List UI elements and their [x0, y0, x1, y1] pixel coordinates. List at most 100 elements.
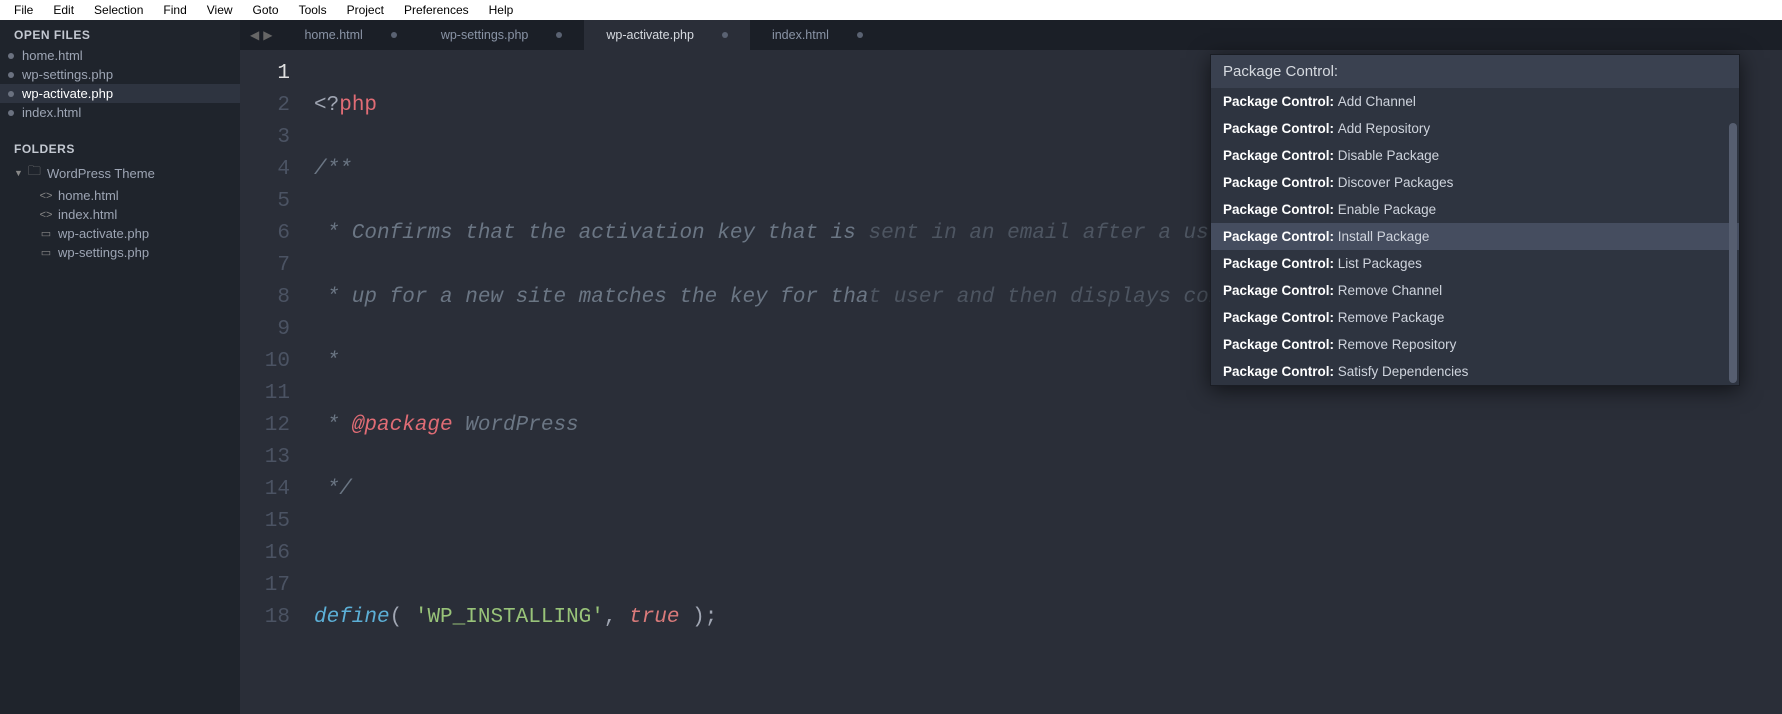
line-number: 6	[240, 218, 290, 250]
code-string: 'WP_INSTALLING'	[415, 606, 604, 629]
menu-goto[interactable]: Goto	[243, 1, 289, 19]
line-number: 2	[240, 90, 290, 122]
dirty-dot-icon	[391, 32, 397, 38]
open-file-item[interactable]: wp-settings.php	[0, 65, 240, 84]
menu-preferences[interactable]: Preferences	[394, 1, 479, 19]
tab-next-icon[interactable]: ▶	[261, 28, 274, 42]
line-number: 17	[240, 570, 290, 602]
line-number: 4	[240, 154, 290, 186]
palette-item[interactable]: Package Control: Remove Channel	[1211, 277, 1739, 304]
palette-item-label: Remove Channel	[1338, 283, 1442, 298]
tab-label: wp-activate.php	[606, 28, 694, 42]
folder-files: <>home.html<>index.html▭wp-activate.php▭…	[0, 186, 240, 262]
dirty-dot-icon	[8, 110, 14, 116]
file-label: wp-activate.php	[58, 226, 149, 241]
file-item[interactable]: ▭wp-activate.php	[18, 224, 240, 243]
palette-item[interactable]: Package Control: Add Channel	[1211, 88, 1739, 115]
palette-item[interactable]: Package Control: List Packages	[1211, 250, 1739, 277]
palette-item-label: Add Repository	[1338, 121, 1430, 136]
code-func: define	[314, 606, 390, 629]
palette-scrollbar[interactable]	[1727, 89, 1739, 385]
dirty-dot-icon	[8, 72, 14, 78]
line-number: 7	[240, 250, 290, 282]
file-item[interactable]: <>home.html	[18, 186, 240, 205]
palette-item-prefix: Package Control:	[1223, 202, 1338, 217]
tab[interactable]: home.html	[282, 20, 418, 50]
folder-icon: 🗀	[28, 162, 41, 184]
palette-item-prefix: Package Control:	[1223, 94, 1338, 109]
file-item[interactable]: ▭wp-settings.php	[18, 243, 240, 262]
tab[interactable]: wp-activate.php	[584, 20, 750, 50]
code-punc: (	[390, 606, 415, 629]
menu-find[interactable]: Find	[153, 1, 196, 19]
folder-root[interactable]: ▼ 🗀 WordPress Theme	[0, 160, 240, 186]
dirty-dot-icon	[556, 32, 562, 38]
palette-item[interactable]: Package Control: Add Repository	[1211, 115, 1739, 142]
open-file-item[interactable]: home.html	[0, 46, 240, 65]
command-palette-input[interactable]: Package Control:	[1211, 55, 1739, 88]
code-comment: * up for a new site matches the key for …	[314, 286, 869, 309]
menu-project[interactable]: Project	[337, 1, 394, 19]
file-label: index.html	[58, 207, 117, 222]
line-number: 11	[240, 378, 290, 410]
code-token: php	[339, 94, 377, 117]
menu-selection[interactable]: Selection	[84, 1, 153, 19]
code-token: <?	[314, 94, 339, 117]
menu-edit[interactable]: Edit	[43, 1, 84, 19]
tab-label: index.html	[772, 28, 829, 42]
palette-item-label: Remove Repository	[1338, 337, 1457, 352]
palette-item[interactable]: Package Control: Satisfy Dependencies	[1211, 358, 1739, 385]
palette-item[interactable]: Package Control: Install Package	[1211, 223, 1739, 250]
menu-file[interactable]: File	[4, 1, 43, 19]
palette-item[interactable]: Package Control: Discover Packages	[1211, 169, 1739, 196]
line-number: 15	[240, 506, 290, 538]
main-area: ◀ ▶ home.html wp-settings.php wp-activate.…	[240, 20, 1782, 714]
file-icon: <>	[40, 209, 52, 221]
palette-item[interactable]: Package Control: Enable Package	[1211, 196, 1739, 223]
line-number: 10	[240, 346, 290, 378]
menu-help[interactable]: Help	[479, 1, 524, 19]
open-file-item[interactable]: wp-activate.php	[0, 84, 240, 103]
code-punc: );	[680, 606, 718, 629]
code-annotation: @package	[352, 414, 453, 437]
command-palette: Package Control: Package Control: Add Ch…	[1210, 54, 1740, 386]
open-file-label: wp-activate.php	[22, 86, 226, 101]
tab-arrows: ◀ ▶	[240, 28, 282, 42]
gutter: 123456789101112131415161718	[240, 50, 308, 714]
tab[interactable]: index.html	[750, 20, 885, 50]
tab-bar: ◀ ▶ home.html wp-settings.php wp-activate.…	[240, 20, 1782, 50]
menu-tools[interactable]: Tools	[289, 1, 337, 19]
palette-item-prefix: Package Control:	[1223, 229, 1338, 244]
line-number: 3	[240, 122, 290, 154]
folder-label: WordPress Theme	[47, 166, 155, 181]
menu-bar: FileEditSelectionFindViewGotoToolsProjec…	[0, 0, 1782, 20]
tab[interactable]: wp-settings.php	[419, 20, 585, 50]
code-comment: /**	[314, 158, 352, 181]
line-number: 16	[240, 538, 290, 570]
palette-item-prefix: Package Control:	[1223, 310, 1338, 325]
code-const: true	[629, 606, 679, 629]
file-label: wp-settings.php	[58, 245, 149, 260]
file-item[interactable]: <> index.html	[18, 205, 240, 224]
palette-item[interactable]: Package Control: Disable Package	[1211, 142, 1739, 169]
line-number: 9	[240, 314, 290, 346]
file-icon: <>	[40, 190, 52, 202]
open-file-item[interactable]: index.html	[0, 103, 240, 122]
folders-header: FOLDERS	[0, 134, 240, 160]
line-number: 14	[240, 474, 290, 506]
tab-prev-icon[interactable]: ◀	[248, 28, 261, 42]
palette-item-prefix: Package Control:	[1223, 256, 1338, 271]
open-files-list: home.html wp-settings.php wp-activate.php i…	[0, 46, 240, 122]
palette-item[interactable]: Package Control: Remove Repository	[1211, 331, 1739, 358]
palette-item[interactable]: Package Control: Remove Package	[1211, 304, 1739, 331]
palette-item-label: List Packages	[1338, 256, 1422, 271]
menu-view[interactable]: View	[197, 1, 243, 19]
palette-item-label: Satisfy Dependencies	[1338, 364, 1469, 379]
open-files-header: OPEN FILES	[0, 20, 240, 46]
tab-label: wp-settings.php	[441, 28, 529, 42]
palette-item-label: Install Package	[1338, 229, 1430, 244]
open-file-label: wp-settings.php	[22, 67, 226, 82]
palette-item-prefix: Package Control:	[1223, 121, 1338, 136]
code-comment: * Confirms that the activation key that …	[314, 222, 869, 245]
code-comment: */	[314, 478, 352, 501]
